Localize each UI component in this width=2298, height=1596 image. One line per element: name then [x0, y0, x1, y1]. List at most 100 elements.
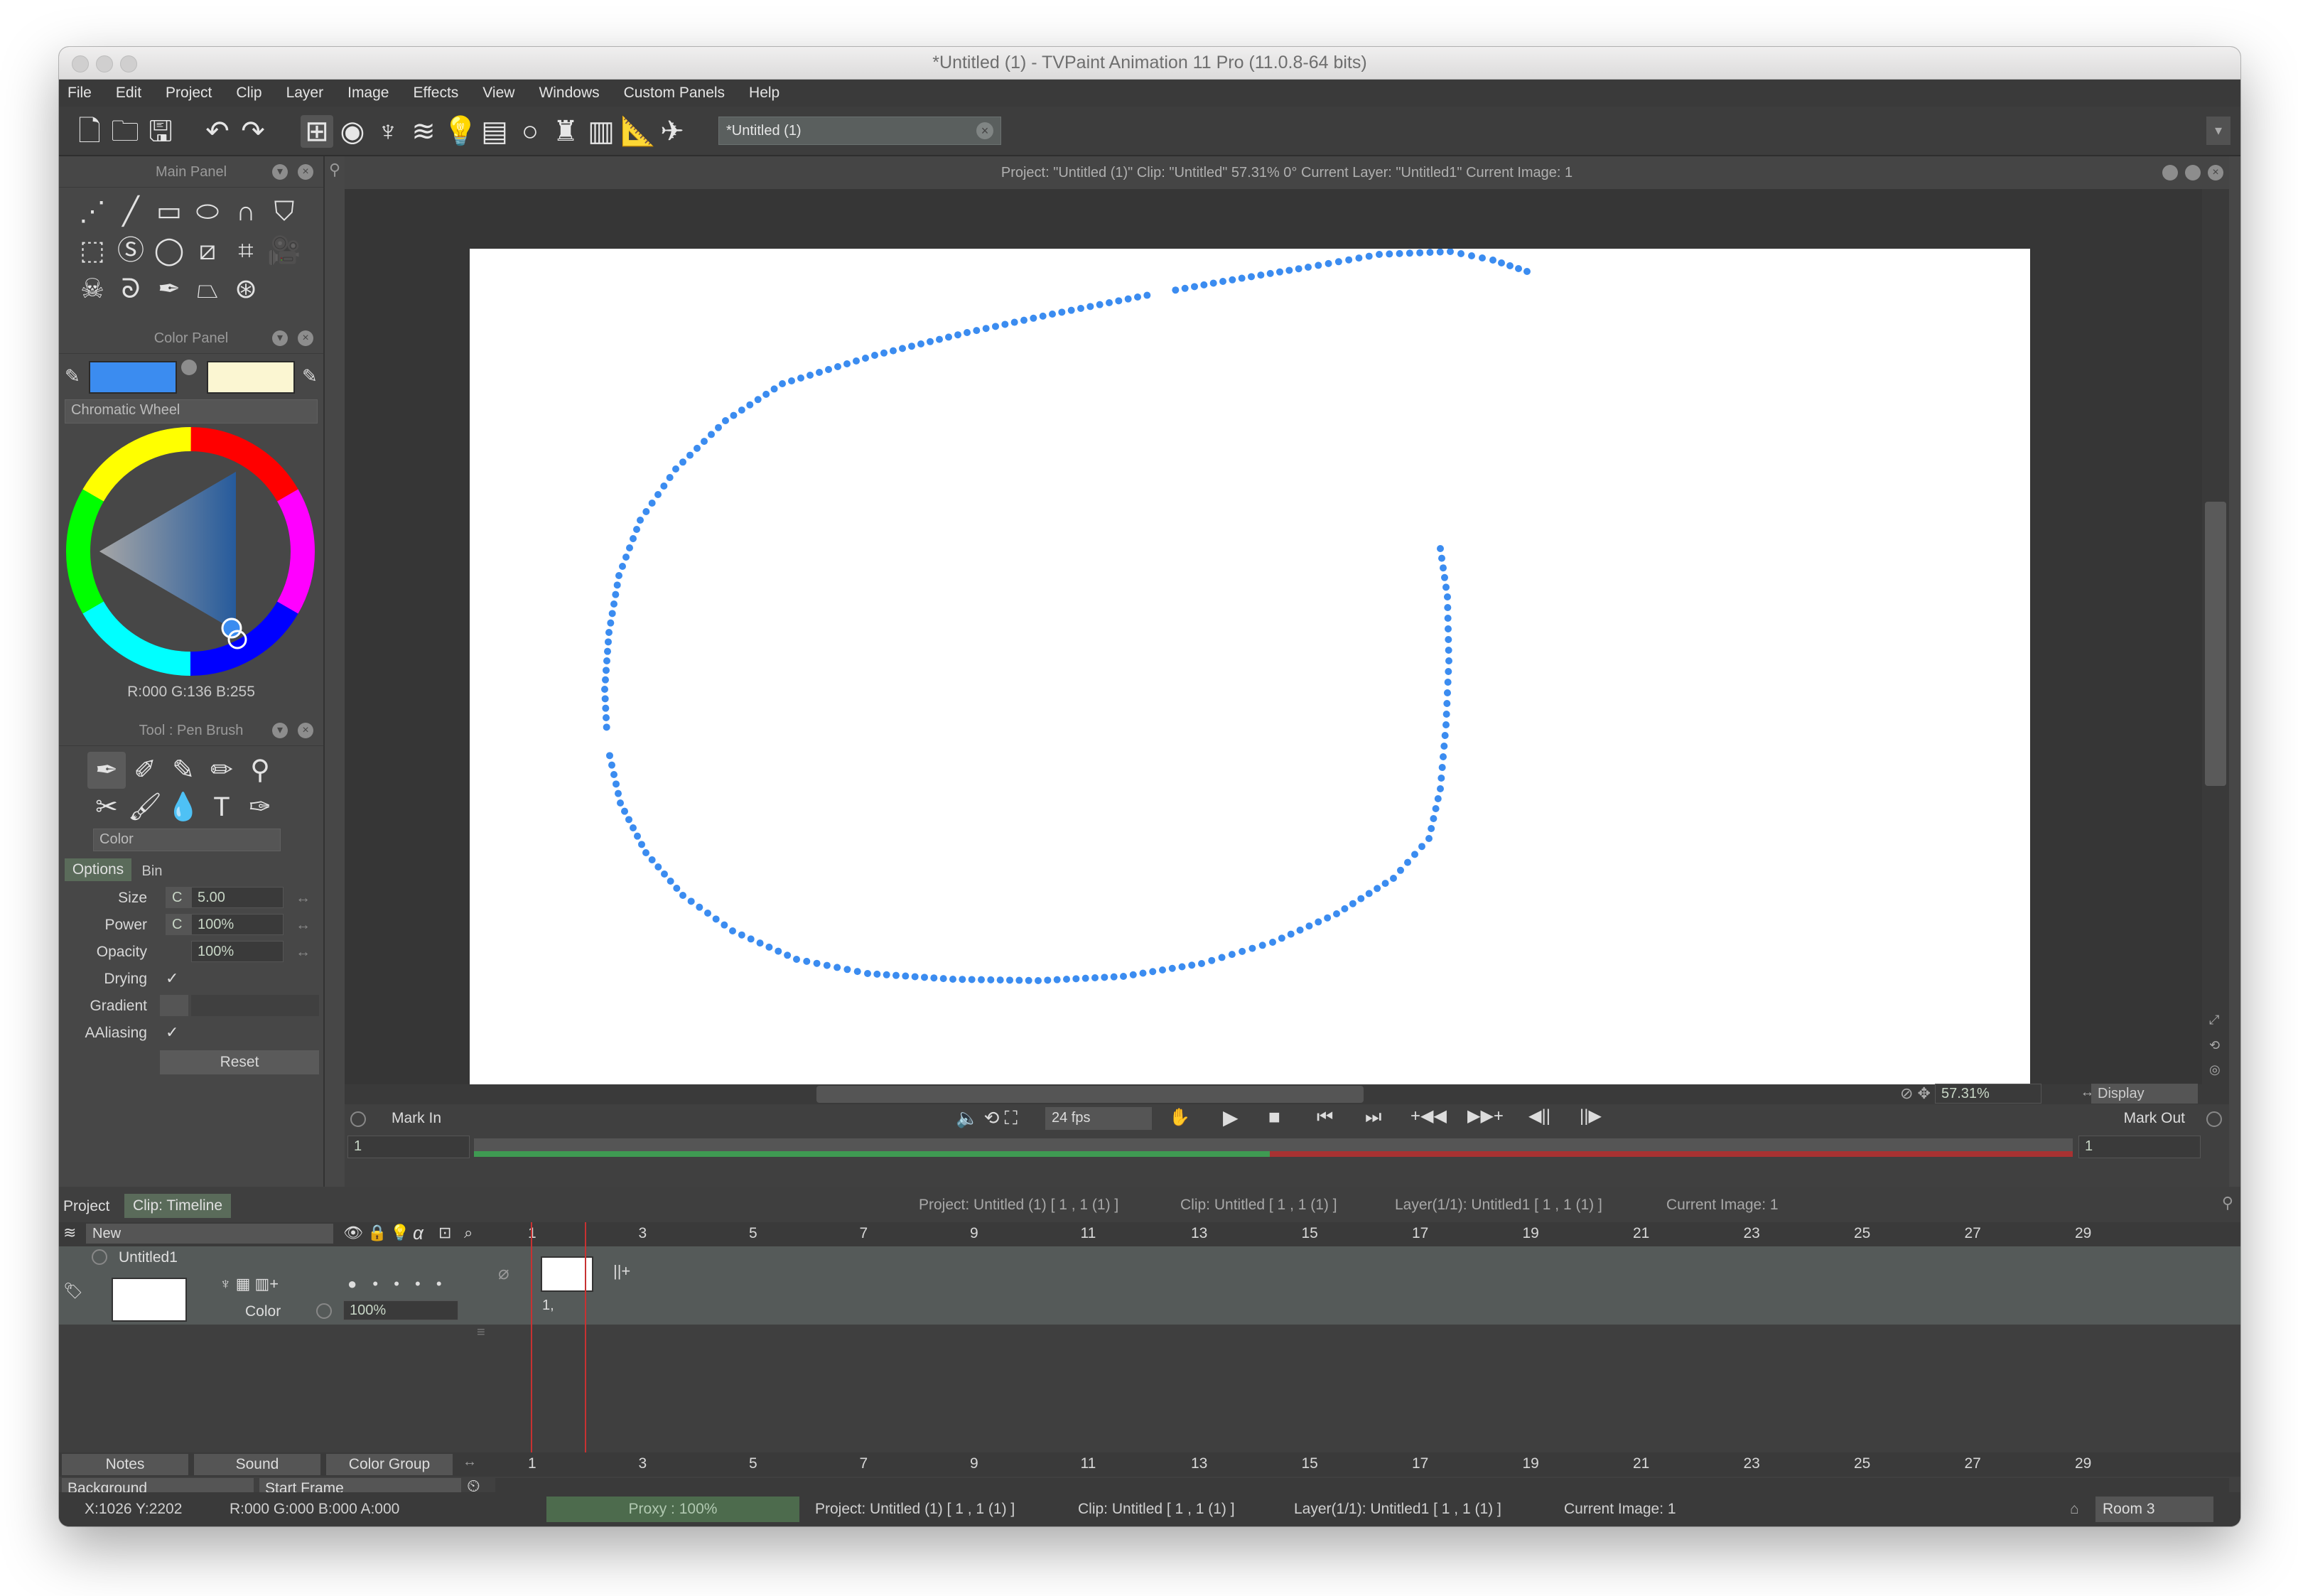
paint-stand-icon[interactable]: ♜ [549, 115, 582, 148]
text-tool-icon[interactable]: T [203, 789, 241, 826]
frame-number[interactable]: 15 [1302, 1225, 1318, 1242]
save-icon[interactable]: 🖫 [144, 115, 177, 148]
menu-custom-panels[interactable]: Custom Panels [624, 85, 725, 102]
menu-effects[interactable]: Effects [413, 85, 458, 102]
paper-tool-icon[interactable]: ⏢ [188, 271, 227, 308]
frame-number[interactable]: 25 [1854, 1225, 1870, 1242]
tab-project[interactable]: Project [63, 1195, 120, 1218]
mark-in-field[interactable]: 1 [347, 1136, 470, 1158]
camera-tool-icon[interactable]: 🎥 [265, 232, 303, 269]
frame-number[interactable]: 9 [970, 1225, 978, 1242]
play-icon[interactable]: ▶ [1223, 1106, 1239, 1129]
menu-help[interactable]: Help [749, 85, 780, 102]
frame-number[interactable]: 21 [1633, 1455, 1649, 1472]
swap-colors-icon[interactable] [181, 360, 197, 375]
horizontal-scrollbar-thumb[interactable] [816, 1086, 1364, 1103]
next-frame-icon[interactable]: ||▶ [1580, 1106, 1602, 1126]
pin-icon[interactable]: ⚲ [2222, 1194, 2233, 1212]
frame-number[interactable]: 17 [1412, 1225, 1428, 1242]
tab-clip-timeline[interactable]: Clip: Timeline [124, 1194, 231, 1218]
frame-number[interactable]: 11 [1081, 1225, 1096, 1242]
grid-tool-icon[interactable]: ⌗ [227, 232, 265, 269]
gradient-toggle[interactable] [160, 995, 188, 1016]
frame-number[interactable]: 29 [2075, 1455, 2091, 1472]
opacity-field[interactable]: 100% [191, 941, 284, 962]
layers-icon[interactable]: ≋ [407, 115, 440, 148]
tag-icon[interactable]: 🏷 [63, 1282, 83, 1300]
panel-menu-icon[interactable]: ▾ [272, 164, 288, 180]
document-tab[interactable]: *Untitled (1) × [718, 117, 1001, 145]
tab-bin[interactable]: Bin [134, 861, 170, 881]
custom-brush-icon[interactable]: ✑ [241, 789, 279, 826]
spiral-tool-icon[interactable]: ᘐ [112, 271, 150, 308]
timeline-strip-icon[interactable]: ▤ [478, 115, 511, 148]
panel-close-icon[interactable]: × [298, 723, 313, 738]
frame-number[interactable]: 13 [1191, 1225, 1207, 1242]
menu-edit[interactable]: Edit [116, 85, 141, 102]
primary-color-swatch[interactable] [89, 361, 177, 394]
canvas-vertical-scrollbar[interactable]: ⤢ ⟲ ◎ [2202, 189, 2229, 1084]
pin-icon[interactable]: ⚲ [329, 161, 340, 179]
select-freehand-icon[interactable]: ⬚ [73, 232, 112, 269]
water-drop-icon[interactable]: 💧 [164, 789, 203, 826]
mark-out-icon[interactable] [2206, 1111, 2222, 1127]
canvas-minimize-icon[interactable] [2185, 165, 2201, 180]
chromatic-wheel[interactable] [59, 426, 325, 679]
layer-row[interactable]: Untitled1 🏷 ♆ ▦ ▥+ ● • • • • Color 100% … [59, 1246, 2240, 1325]
stop-icon[interactable]: ■ [1268, 1106, 1280, 1128]
size-field[interactable]: 5.00 [191, 887, 284, 908]
frame-number[interactable]: 21 [1633, 1225, 1649, 1242]
crop-tool-icon[interactable]: ⧄ [188, 232, 227, 269]
color-mode-select[interactable]: Chromatic Wheel [65, 399, 318, 424]
toolbox-icon[interactable]: ⊞ [301, 115, 333, 148]
panel-menu-icon[interactable]: ▾ [272, 330, 288, 346]
room-house-icon[interactable]: ⌂ [2070, 1492, 2079, 1526]
frame-number[interactable]: 25 [1854, 1455, 1870, 1472]
opacity-stepper-icon[interactable]: ↔ [293, 944, 311, 961]
fps-select[interactable]: 24 fps [1045, 1107, 1152, 1130]
panel-menu-icon[interactable]: ▾ [272, 723, 288, 738]
prev-keyframe-icon[interactable]: +◀◀ [1410, 1106, 1447, 1126]
track-scroll-handle[interactable]: ≡ [475, 1325, 490, 1452]
aaliasing-checkbox[interactable]: ✓ [166, 1023, 178, 1042]
ruler-icon[interactable]: 📐 [620, 115, 656, 148]
open-folder-icon[interactable]: 🗀 [109, 115, 141, 148]
zoom-icon[interactable]: ⊘ ✥ [1900, 1084, 1931, 1103]
frame-number[interactable]: 3 [639, 1455, 647, 1472]
frame-number[interactable]: 23 [1744, 1225, 1760, 1242]
frame-number[interactable]: 11 [1081, 1455, 1096, 1472]
layer-thumbnail[interactable] [112, 1278, 187, 1322]
status-proxy[interactable]: Proxy : 100% [546, 1497, 799, 1522]
lightbulb-icon[interactable]: 💡 [443, 115, 478, 148]
frame-number[interactable]: 9 [970, 1455, 978, 1472]
extend-frame-icon[interactable]: ||+ [613, 1262, 630, 1280]
rectangle-tool-icon[interactable]: ▭ [150, 193, 188, 230]
pen-brush-icon[interactable]: ✒ [87, 752, 126, 789]
new-document-icon[interactable]: 🗋 [73, 115, 106, 148]
frame-number[interactable]: 19 [1523, 1225, 1539, 1242]
select-shape-icon[interactable]: Ⓢ [112, 232, 150, 269]
crayon-icon[interactable]: ✎ [164, 752, 203, 789]
display-select[interactable]: Display [2091, 1084, 2198, 1104]
first-frame-icon[interactable]: ⏮ [1317, 1106, 1333, 1128]
menu-project[interactable]: Project [166, 85, 212, 102]
frame-number[interactable]: 13 [1191, 1455, 1207, 1472]
fill-tool-icon[interactable]: ⛉ [265, 193, 303, 230]
redo-icon[interactable]: ↷ [237, 115, 269, 148]
mark-out-field[interactable]: 1 [2078, 1136, 2201, 1158]
drying-checkbox[interactable]: ✓ [166, 969, 178, 988]
frame-number[interactable]: 15 [1302, 1455, 1318, 1472]
tab-options[interactable]: Options [65, 858, 131, 881]
zoom-field[interactable]: 57.31% [1935, 1084, 2041, 1104]
prev-frame-icon[interactable]: ◀|| [1528, 1106, 1550, 1126]
eraser-icon[interactable]: ✂ [87, 789, 126, 826]
warp-tool-icon[interactable]: ☠ [73, 271, 112, 308]
secondary-color-swatch[interactable] [207, 361, 295, 394]
empty-cell-icon[interactable]: ⌀ [498, 1262, 509, 1284]
fit-icon[interactable]: ⤢ [2209, 1013, 2219, 1028]
paint-brush-icon[interactable]: 🖌 [126, 789, 164, 826]
sound-icon[interactable]: 🔈 ⟲ ⛶ [956, 1107, 1018, 1130]
canvas-close-icon[interactable]: × [2208, 165, 2223, 180]
mark-in-icon[interactable] [350, 1111, 366, 1127]
frame-number[interactable]: 7 [860, 1455, 868, 1472]
